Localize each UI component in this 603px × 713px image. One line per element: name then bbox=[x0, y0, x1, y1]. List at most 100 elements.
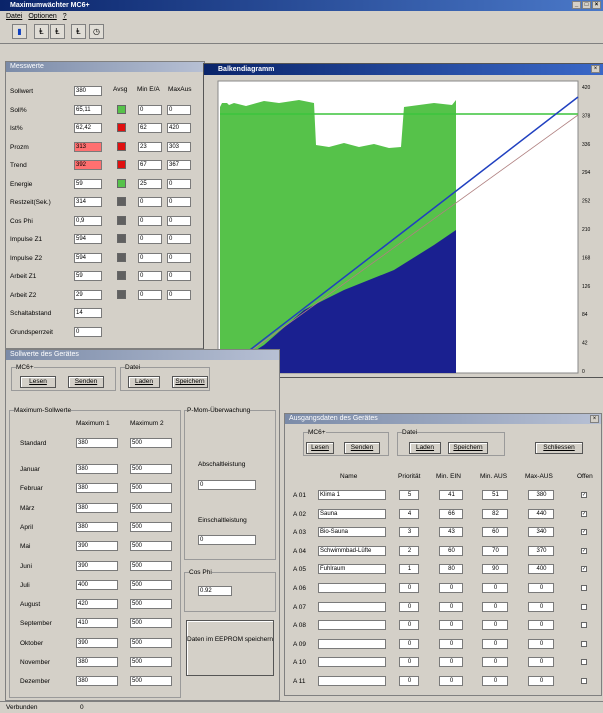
aus-lesen-button[interactable]: Lesen bbox=[306, 442, 334, 454]
output-name-field[interactable]: Bio-Sauna bbox=[318, 527, 386, 538]
offen-checkbox[interactable] bbox=[581, 603, 587, 610]
balkendiagramm-window[interactable]: Balkendiagramm × 420 378 336 294 252 210 168 12… bbox=[203, 63, 603, 378]
offen-checkbox[interactable]: ✓ bbox=[581, 510, 587, 517]
max1-field[interactable]: 410 bbox=[76, 618, 118, 629]
max2-field[interactable]: 500 bbox=[130, 502, 172, 513]
schliessen-button[interactable]: Schliessen bbox=[535, 442, 583, 454]
offen-checkbox[interactable] bbox=[581, 640, 587, 647]
chart-close-icon[interactable]: × bbox=[591, 65, 600, 73]
aus-speichern-button[interactable]: Speichern bbox=[448, 442, 488, 454]
abschalt-field[interactable]: 0 bbox=[198, 480, 256, 490]
minaus-field[interactable]: 0 bbox=[482, 657, 508, 668]
laden-button[interactable]: Laden bbox=[128, 376, 160, 388]
minein-field[interactable]: 0 bbox=[439, 676, 463, 686]
max1-field[interactable]: 380 bbox=[76, 657, 118, 667]
max1-field[interactable]: 390 bbox=[76, 637, 118, 648]
maximize-icon[interactable]: □ bbox=[582, 1, 591, 9]
chart-tool-icon[interactable]: ▮ bbox=[12, 24, 27, 39]
max1-field[interactable]: 380 bbox=[76, 438, 118, 448]
maxaus-field[interactable]: 380 bbox=[528, 490, 554, 500]
output-name-field[interactable]: Schwimmbad-Lüfte bbox=[318, 545, 386, 556]
prio-field[interactable]: 5 bbox=[399, 490, 419, 500]
aus-senden-button[interactable]: Senden bbox=[344, 442, 380, 454]
max1-field[interactable]: 380 bbox=[76, 464, 118, 474]
minaus-field[interactable]: 0 bbox=[482, 676, 508, 686]
output-name-field[interactable] bbox=[318, 601, 386, 612]
offen-checkbox[interactable]: ✓ bbox=[581, 492, 587, 498]
minein-field[interactable]: 60 bbox=[439, 545, 463, 556]
max2-field[interactable]: 500 bbox=[130, 676, 172, 687]
prio-field[interactable]: 2 bbox=[399, 545, 419, 556]
output-name-field[interactable] bbox=[318, 620, 386, 631]
max2-field[interactable]: 500 bbox=[130, 599, 172, 610]
minein-field[interactable]: 43 bbox=[439, 527, 463, 538]
max2-field[interactable]: 500 bbox=[130, 464, 172, 474]
menu-optionen[interactable]: Optionen bbox=[28, 13, 56, 20]
minaus-field[interactable]: 0 bbox=[482, 638, 508, 649]
max1-field[interactable]: 380 bbox=[76, 483, 118, 494]
maxaus-field[interactable]: 0 bbox=[528, 638, 554, 649]
minein-field[interactable]: 0 bbox=[439, 583, 463, 593]
close-icon[interactable]: × bbox=[592, 1, 601, 9]
output-name-field[interactable] bbox=[318, 638, 386, 649]
max2-field[interactable]: 500 bbox=[130, 560, 172, 571]
max1-field[interactable]: 390 bbox=[76, 560, 118, 571]
minaus-field[interactable]: 0 bbox=[482, 620, 508, 631]
lesen-button[interactable]: Lesen bbox=[20, 376, 56, 388]
minaus-field[interactable]: 82 bbox=[482, 508, 508, 519]
minein-field[interactable]: 0 bbox=[439, 638, 463, 649]
max2-field[interactable]: 500 bbox=[130, 541, 172, 552]
maxaus-field[interactable]: 440 bbox=[528, 508, 554, 519]
output-name-field[interactable] bbox=[318, 676, 386, 686]
max2-field[interactable]: 500 bbox=[130, 637, 172, 648]
max2-field[interactable]: 500 bbox=[130, 579, 172, 590]
minein-field[interactable]: 66 bbox=[439, 508, 463, 519]
max1-field[interactable]: 400 bbox=[76, 579, 118, 590]
minaus-field[interactable]: 0 bbox=[482, 583, 508, 593]
minaus-field[interactable]: 0 bbox=[482, 601, 508, 612]
max1-field[interactable]: 380 bbox=[76, 502, 118, 513]
maxaus-field[interactable]: 0 bbox=[528, 583, 554, 593]
max2-field[interactable]: 500 bbox=[130, 657, 172, 667]
menu-help[interactable]: ? bbox=[63, 13, 67, 20]
prio-field[interactable]: 3 bbox=[399, 527, 419, 538]
offen-checkbox[interactable] bbox=[581, 622, 587, 629]
maxaus-field[interactable]: 0 bbox=[528, 657, 554, 668]
max2-field[interactable]: 500 bbox=[130, 483, 172, 494]
max1-field[interactable]: 380 bbox=[76, 521, 118, 532]
prio-field[interactable]: 0 bbox=[399, 583, 419, 593]
clock-icon[interactable]: ◷ bbox=[89, 24, 104, 39]
minaus-field[interactable]: 51 bbox=[482, 490, 508, 500]
maxaus-field[interactable]: 400 bbox=[528, 564, 554, 575]
speichern-button[interactable]: Speichern bbox=[172, 376, 208, 388]
minein-field[interactable]: 0 bbox=[439, 620, 463, 631]
minaus-field[interactable]: 90 bbox=[482, 564, 508, 575]
max1-field[interactable]: 380 bbox=[76, 676, 118, 687]
output-name-field[interactable] bbox=[318, 657, 386, 668]
prio-field[interactable]: 0 bbox=[399, 657, 419, 668]
offen-checkbox[interactable]: ✓ bbox=[581, 547, 587, 554]
minein-field[interactable]: 80 bbox=[439, 564, 463, 575]
minaus-field[interactable]: 70 bbox=[482, 545, 508, 556]
offen-checkbox[interactable] bbox=[581, 678, 587, 684]
cosphi-field[interactable]: 0.92 bbox=[198, 586, 232, 596]
minein-field[interactable]: 0 bbox=[439, 601, 463, 612]
max1-field[interactable]: 420 bbox=[76, 599, 118, 610]
prio-field[interactable]: 0 bbox=[399, 601, 419, 612]
max2-field[interactable]: 500 bbox=[130, 438, 172, 448]
prio-field[interactable]: 0 bbox=[399, 638, 419, 649]
offen-checkbox[interactable]: ✓ bbox=[581, 529, 587, 536]
einschalt-field[interactable]: 0 bbox=[198, 535, 256, 545]
signal-tool-icon[interactable]: Ⱡ bbox=[34, 24, 49, 39]
minein-field[interactable]: 41 bbox=[439, 490, 463, 500]
output-name-field[interactable]: Fuhlraum bbox=[318, 564, 386, 575]
maxaus-field[interactable]: 0 bbox=[528, 676, 554, 686]
minaus-field[interactable]: 60 bbox=[482, 527, 508, 538]
menu-datei[interactable]: Datei bbox=[6, 13, 22, 20]
minimize-icon[interactable]: _ bbox=[572, 1, 581, 9]
minein-field[interactable]: 0 bbox=[439, 657, 463, 668]
offen-checkbox[interactable]: ✓ bbox=[581, 566, 587, 573]
maxaus-field[interactable]: 0 bbox=[528, 601, 554, 612]
eeprom-button[interactable]: Daten im EEPROM speichern bbox=[186, 620, 274, 676]
output-tool-icon[interactable]: Ⱡ bbox=[71, 24, 86, 39]
